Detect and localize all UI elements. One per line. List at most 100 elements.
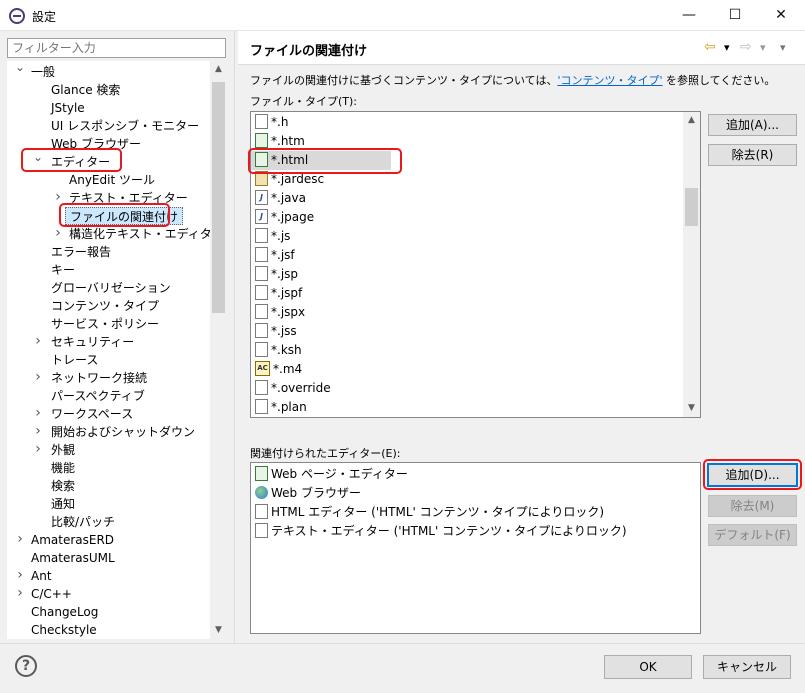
back-arrow-icon[interactable]: ⇦: [704, 39, 716, 55]
tree-item[interactable]: UI レスポンシブ・モニター: [51, 117, 199, 135]
file-type-item[interactable]: *.override: [255, 379, 331, 398]
file-scroll-thumb[interactable]: [685, 188, 698, 226]
tree-item[interactable]: AnyEdit ツール: [69, 171, 155, 189]
file-icon: [255, 247, 268, 262]
tree-item[interactable]: 一般: [31, 63, 55, 81]
tree-item[interactable]: 機能: [51, 459, 75, 477]
back-dropdown-icon[interactable]: ▾: [724, 41, 730, 54]
file-type-item[interactable]: *.h: [255, 113, 288, 132]
tree-item[interactable]: 開始およびシャットダウン: [51, 423, 195, 441]
cancel-button[interactable]: キャンセル: [703, 655, 791, 679]
file-icon: [255, 266, 268, 281]
file-type-label: *.plan: [271, 400, 307, 414]
filter-input[interactable]: [7, 38, 226, 58]
file-type-item[interactable]: *.jspf: [255, 284, 302, 303]
tree-item[interactable]: Ant: [31, 567, 52, 585]
tree-item[interactable]: 外観: [51, 441, 75, 459]
tree-item[interactable]: エラー報告: [51, 243, 111, 261]
file-type-item[interactable]: AC *.m4: [255, 360, 302, 379]
tree-scroll-thumb[interactable]: [212, 82, 225, 313]
tree-item[interactable]: 比較/パッチ: [51, 513, 115, 531]
tree-item[interactable]: キー: [51, 261, 75, 279]
tree-item[interactable]: 構造化テキスト・エディター: [69, 225, 224, 243]
expand-chevron-icon[interactable]: [52, 225, 64, 243]
expand-chevron-icon[interactable]: [14, 585, 26, 603]
close-button[interactable]: ✕: [758, 0, 804, 31]
preference-tree: 一般Glance 検索JStyleUI レスポンシブ・モニターWeb ブラウザー…: [7, 61, 227, 639]
ok-button[interactable]: OK: [604, 655, 692, 679]
tree-item[interactable]: グローバリゼーション: [51, 279, 171, 297]
tree-item[interactable]: コンテンツ・タイプ: [51, 297, 159, 315]
remove-file-type-button[interactable]: 除去(R): [708, 144, 797, 166]
file-type-item[interactable]: J *.java: [255, 189, 306, 208]
file-type-item[interactable]: *.plan: [255, 398, 307, 417]
file-types-list[interactable]: *.h *.htm *.html *.jardesc J *.java J *.jpage *.…: [250, 111, 701, 418]
forward-arrow-icon[interactable]: ⇨: [740, 39, 752, 55]
expand-chevron-icon[interactable]: [32, 441, 44, 459]
expand-chevron-icon[interactable]: [32, 333, 44, 351]
help-icon[interactable]: ?: [15, 655, 37, 677]
tree-item[interactable]: C/C++: [31, 585, 72, 603]
editor-item[interactable]: テキスト・エディター ('HTML' コンテンツ・タイプによりロック): [255, 522, 627, 541]
expand-chevron-icon[interactable]: [32, 405, 44, 423]
editor-item[interactable]: Web ページ・エディター: [255, 465, 408, 484]
file-type-item[interactable]: *.ksh: [255, 341, 302, 360]
pane-divider[interactable]: [234, 31, 235, 643]
forward-dropdown-icon[interactable]: ▾: [760, 41, 766, 54]
file-type-item[interactable]: *.jsp: [255, 265, 298, 284]
tree-item[interactable]: テキスト・エディター: [69, 189, 188, 207]
file-type-item[interactable]: *.html: [251, 151, 391, 170]
associated-editors-list[interactable]: Web ページ・エディター Web ブラウザー HTML エディター ('HTML'…: [250, 462, 701, 634]
file-type-item[interactable]: J *.jpage: [255, 208, 314, 227]
tree-item[interactable]: Web ブラウザー: [51, 135, 141, 153]
maximize-button[interactable]: ☐: [712, 0, 758, 31]
file-scroll-down-icon[interactable]: ▼: [683, 400, 700, 417]
tree-item[interactable]: AmaterasUML: [31, 549, 115, 567]
editor-item[interactable]: Web ブラウザー: [255, 484, 361, 503]
expand-chevron-icon[interactable]: [14, 567, 26, 585]
editor-item[interactable]: HTML エディター ('HTML' コンテンツ・タイプによりロック): [255, 503, 604, 522]
tree-scroll-down-icon[interactable]: ▼: [210, 622, 227, 639]
file-types-scrollbar[interactable]: ▲ ▼: [683, 112, 700, 417]
default-editor-button[interactable]: デフォルト(F): [708, 524, 797, 546]
tree-item[interactable]: 検索: [51, 477, 75, 495]
web-page-icon: [255, 152, 268, 167]
collapse-chevron-icon[interactable]: [32, 153, 44, 171]
tree-item[interactable]: 通知: [51, 495, 75, 513]
minimize-button[interactable]: —: [666, 0, 712, 31]
file-type-item[interactable]: *.jspx: [255, 303, 305, 322]
expand-chevron-icon[interactable]: [52, 189, 64, 207]
tree-item[interactable]: AmaterasERD: [31, 531, 114, 549]
tree-item[interactable]: サービス・ポリシー: [51, 315, 159, 333]
tree-item[interactable]: セキュリティー: [51, 333, 134, 351]
associated-editors-label: 関連付けられたエディター(E):: [250, 447, 401, 460]
collapse-chevron-icon[interactable]: [14, 63, 26, 81]
tree-scroll-up-icon[interactable]: ▲: [210, 61, 227, 78]
expand-chevron-icon[interactable]: [14, 531, 26, 549]
tree-item[interactable]: トレース: [51, 351, 98, 369]
file-type-item[interactable]: *.jsf: [255, 246, 295, 265]
tree-item[interactable]: ワークスペース: [51, 405, 133, 423]
content-types-link[interactable]: 'コンテンツ・タイプ': [557, 74, 662, 87]
tree-item[interactable]: ファイルの関連付け: [65, 207, 184, 225]
file-type-item[interactable]: *.js: [255, 227, 290, 246]
file-type-label: *.jardesc: [271, 172, 325, 186]
tree-item[interactable]: JStyle: [51, 99, 85, 117]
tree-item[interactable]: ネットワーク接続: [51, 369, 147, 387]
expand-chevron-icon[interactable]: [32, 423, 44, 441]
view-menu-icon[interactable]: ▾: [780, 41, 786, 54]
expand-chevron-icon[interactable]: [32, 369, 44, 387]
tree-item[interactable]: Checkstyle: [31, 621, 97, 639]
add-file-type-button[interactable]: 追加(A)...: [708, 114, 797, 136]
tree-item[interactable]: パースペクティブ: [51, 387, 145, 405]
remove-editor-button[interactable]: 除去(M): [708, 495, 797, 517]
file-type-item[interactable]: *.htm: [255, 132, 305, 151]
add-editor-button[interactable]: 追加(D)...: [707, 463, 798, 487]
tree-item[interactable]: ChangeLog: [31, 603, 98, 621]
tree-item[interactable]: エディター: [51, 153, 110, 171]
file-scroll-up-icon[interactable]: ▲: [683, 112, 700, 129]
tree-item[interactable]: Glance 検索: [51, 81, 120, 99]
file-type-item[interactable]: *.jss: [255, 322, 297, 341]
file-icon: [255, 342, 268, 357]
file-type-item[interactable]: *.jardesc: [255, 170, 324, 189]
